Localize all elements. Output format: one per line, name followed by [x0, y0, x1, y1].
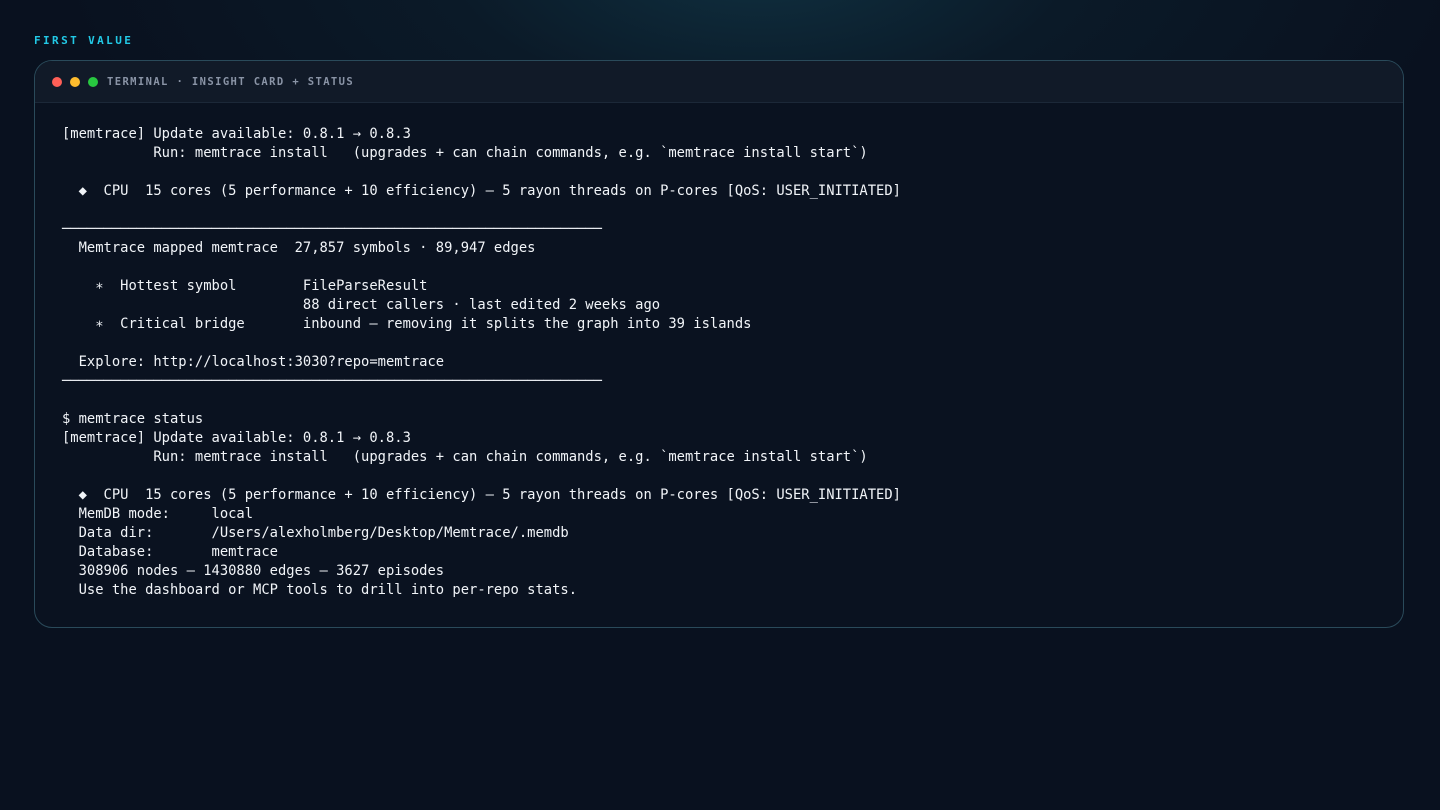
terminal-line: ◆ CPU 15 cores (5 performance + 10 effic…	[62, 183, 901, 199]
terminal-titlebar: TERMINAL · INSIGHT CARD + STATUS	[35, 61, 1403, 103]
terminal-output[interactable]: [memtrace] Update available: 0.8.1 → 0.8…	[35, 103, 1403, 600]
terminal-line: Explore: http://localhost:3030?repo=memt…	[62, 354, 445, 370]
minimize-window-icon[interactable]	[70, 76, 80, 87]
terminal-line: $ memtrace status	[62, 411, 204, 427]
section-label: FIRST VALUE	[34, 34, 134, 47]
terminal-line: Use the dashboard or MCP tools to drill …	[62, 582, 577, 598]
terminal-window: TERMINAL · INSIGHT CARD + STATUS [memtra…	[34, 60, 1404, 628]
terminal-line: 308906 nodes — 1430880 edges — 3627 epis…	[62, 563, 445, 579]
terminal-title: TERMINAL · INSIGHT CARD + STATUS	[107, 75, 355, 88]
terminal-line: [memtrace] Update available: 0.8.1 → 0.8…	[62, 126, 411, 142]
terminal-line: Run: memtrace install (upgrades + can ch…	[62, 449, 868, 465]
terminal-line: ∗ Hottest symbol FileParseResult	[62, 278, 428, 294]
close-window-icon[interactable]	[52, 76, 62, 87]
terminal-line: ────────────────────────────────────────…	[62, 221, 602, 237]
terminal-line: Run: memtrace install (upgrades + can ch…	[62, 145, 868, 161]
terminal-line: Data dir: /Users/alexholmberg/Desktop/Me…	[62, 525, 569, 541]
terminal-line: MemDB mode: local	[62, 506, 254, 522]
terminal-line: ∗ Critical bridge inbound — removing it …	[62, 316, 752, 332]
terminal-line: 88 direct callers · last edited 2 weeks …	[62, 297, 661, 313]
maximize-window-icon[interactable]	[88, 76, 98, 87]
terminal-line: ◆ CPU 15 cores (5 performance + 10 effic…	[62, 487, 901, 503]
terminal-line: Database: memtrace	[62, 544, 278, 560]
terminal-line: Memtrace mapped memtrace 27,857 symbols …	[62, 240, 536, 256]
terminal-line: ────────────────────────────────────────…	[62, 373, 602, 389]
terminal-line: [memtrace] Update available: 0.8.1 → 0.8…	[62, 430, 411, 446]
